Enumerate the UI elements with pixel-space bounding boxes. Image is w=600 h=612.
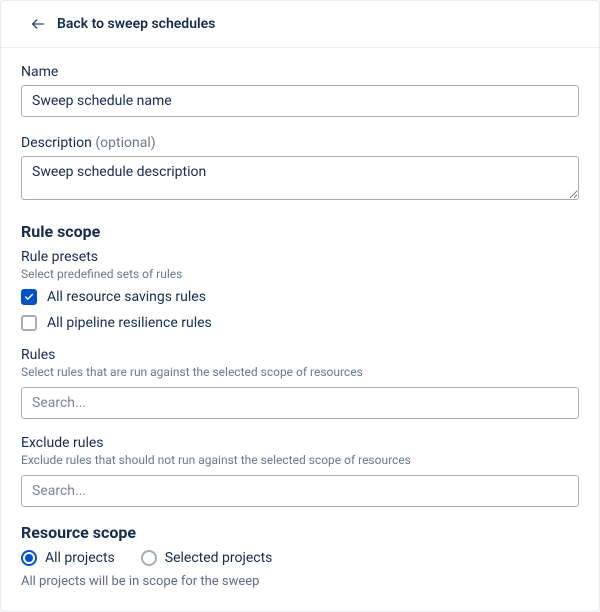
rules-helper: Select rules that are run against the se… (21, 365, 579, 379)
rule-presets-block: Rule presets Select predefined sets of r… (21, 249, 579, 331)
checkbox-icon (21, 289, 37, 305)
back-arrow-icon[interactable] (29, 15, 47, 33)
rule-presets-helper: Select predefined sets of rules (21, 267, 579, 281)
resource-scope-note: All projects will be in scope for the sw… (21, 574, 579, 589)
exclude-rules-label: Exclude rules (21, 435, 579, 451)
description-label-text: Description (21, 135, 92, 151)
rules-search-input[interactable] (21, 387, 579, 419)
rule-presets-label: Rule presets (21, 249, 579, 265)
name-label: Name (21, 64, 579, 80)
panel-header: Back to sweep schedules (1, 1, 599, 48)
preset-option-label: All resource savings rules (47, 289, 206, 305)
panel-body: Name Description (optional) Sweep schedu… (1, 48, 599, 611)
preset-option-resource-savings[interactable]: All resource savings rules (21, 289, 579, 305)
exclude-rules-search-input[interactable] (21, 475, 579, 507)
name-field-group: Name (21, 64, 579, 117)
exclude-rules-helper: Exclude rules that should not run agains… (21, 453, 579, 467)
checkbox-icon (21, 315, 37, 331)
preset-option-pipeline-resilience[interactable]: All pipeline resilience rules (21, 315, 579, 331)
preset-option-label: All pipeline resilience rules (47, 315, 212, 331)
sweep-schedule-form: Back to sweep schedules Name Description… (0, 0, 600, 612)
description-optional-text: (optional) (95, 135, 155, 151)
resource-scope-heading: Resource scope (21, 523, 579, 542)
rules-block: Rules Select rules that are run against … (21, 347, 579, 419)
description-label: Description (optional) (21, 135, 579, 151)
rules-label: Rules (21, 347, 579, 363)
description-input[interactable]: Sweep schedule description (21, 156, 579, 200)
description-field-group: Description (optional) Sweep schedule de… (21, 135, 579, 204)
back-link-label[interactable]: Back to sweep schedules (57, 16, 215, 32)
rule-scope-heading: Rule scope (21, 222, 579, 241)
exclude-rules-block: Exclude rules Exclude rules that should … (21, 435, 579, 507)
name-input[interactable] (21, 85, 579, 117)
